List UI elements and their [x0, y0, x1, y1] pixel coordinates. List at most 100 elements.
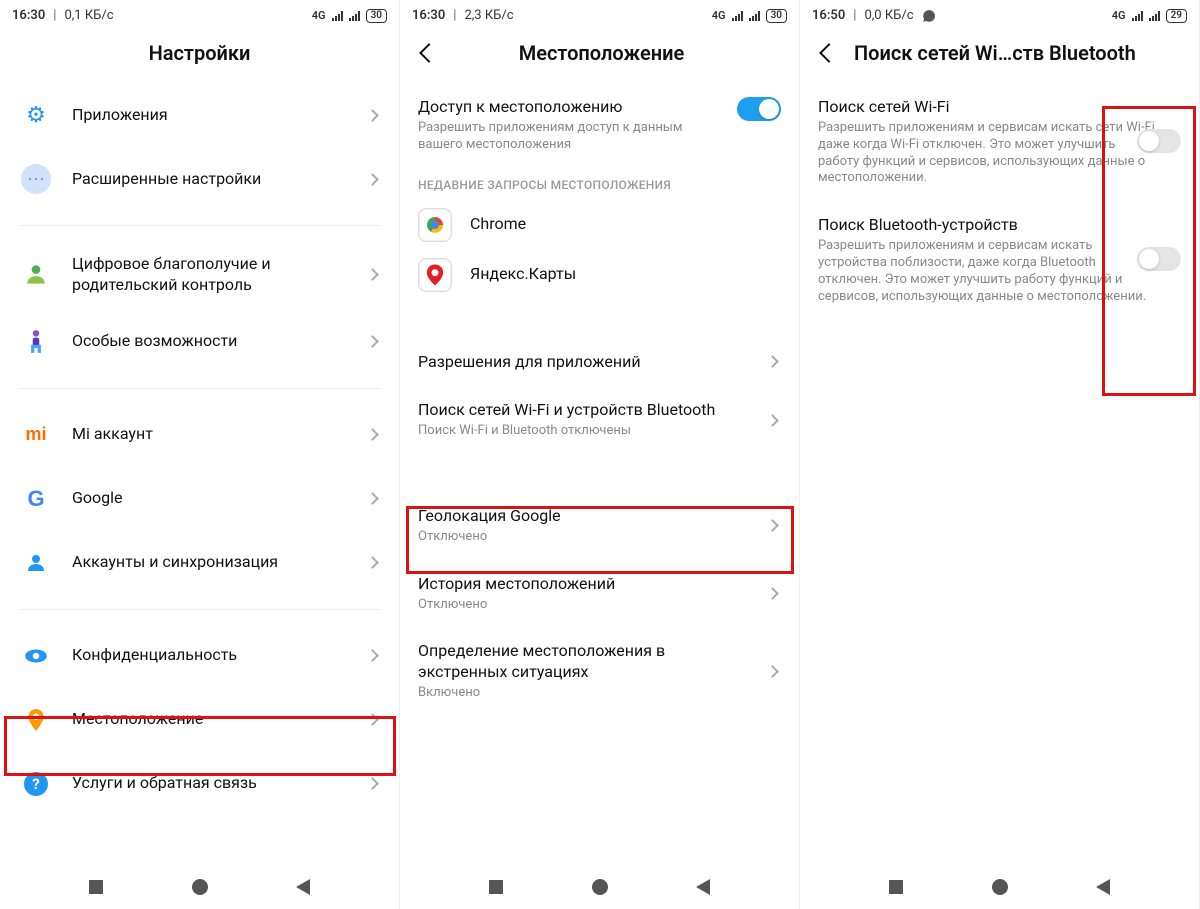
status-time: 16:50 — [812, 8, 845, 23]
chevron-right-icon — [366, 649, 379, 662]
nav-bar — [400, 865, 799, 909]
chevron-right-icon — [366, 492, 379, 505]
chevron-right-icon — [366, 556, 379, 569]
divider — [18, 388, 381, 389]
more-icon: ⋯ — [21, 164, 51, 194]
status-bar: 16:30 | 2,3 КБ/с 4G 30 — [400, 0, 799, 27]
status-bar: 16:50 | 0,0 КБ/с 4G 29 — [800, 0, 1199, 27]
row-emergency-location[interactable]: Определение местоположения в экстренных … — [400, 627, 799, 715]
help-icon: ? — [24, 772, 48, 796]
row-label: Конфиденциальность — [72, 645, 350, 666]
chevron-right-icon — [366, 713, 379, 726]
chevron-right-icon — [766, 665, 779, 678]
person-icon — [24, 551, 48, 575]
bt-scan-toggle[interactable] — [1137, 247, 1181, 271]
row-app-permissions[interactable]: Разрешения для приложений — [400, 338, 799, 387]
row-wifi-bt-scan[interactable]: Поиск сетей Wi-Fi и устройств Bluetooth … — [400, 386, 799, 454]
google-icon: G — [27, 486, 44, 512]
signal-icon — [1132, 11, 1143, 21]
phone-3-scan: 16:50 | 0,0 КБ/с 4G 29 Поиск сетей Wi…ст… — [800, 0, 1200, 909]
status-time: 16:30 — [12, 8, 45, 23]
nav-recent-button[interactable] — [889, 880, 903, 894]
chevron-right-icon — [366, 109, 379, 122]
status-time: 16:30 — [412, 8, 445, 23]
row-advanced[interactable]: ⋯ Расширенные настройки — [0, 147, 399, 211]
nav-home-button[interactable] — [192, 879, 208, 895]
row-label: Mi аккаунт — [72, 424, 350, 445]
row-label: Аккаунты и синхронизация — [72, 552, 350, 573]
header: Настройки — [0, 27, 399, 83]
location-access-toggle[interactable] — [737, 97, 781, 121]
signal-icon — [732, 11, 743, 21]
nav-back-button[interactable] — [696, 879, 710, 895]
row-google[interactable]: G Google — [0, 467, 399, 531]
divider — [18, 609, 381, 610]
row-label: Доступ к местоположению — [418, 97, 719, 118]
app-label: Яндекс.Карты — [470, 264, 781, 285]
status-bar: 16:30 | 0,1 КБ/с 4G 30 — [0, 0, 399, 27]
signal-icon — [1149, 11, 1160, 21]
whatsapp-icon — [922, 9, 936, 23]
row-bt-scan[interactable]: Поиск Bluetooth-устройств Разрешить прил… — [800, 201, 1199, 319]
row-accounts-sync[interactable]: Аккаунты и синхронизация — [0, 531, 399, 595]
chrome-icon — [418, 208, 452, 242]
battery-icon: 30 — [766, 9, 787, 23]
back-button[interactable] — [819, 43, 839, 63]
app-label: Chrome — [470, 214, 781, 235]
chevron-right-icon — [366, 428, 379, 441]
row-sublabel: Разрешить приложениям и сервисам искать … — [818, 120, 1159, 188]
row-location-access[interactable]: Доступ к местоположению Разрешить прилож… — [400, 83, 799, 168]
row-feedback[interactable]: ? Услуги и обратная связь — [0, 752, 399, 816]
row-label: Местоположение — [72, 709, 350, 730]
phone-2-location: 16:30 | 2,3 КБ/с 4G 30 Местоположение До… — [400, 0, 800, 909]
nav-recent-button[interactable] — [89, 880, 103, 894]
row-label: Google — [72, 488, 350, 509]
row-wifi-scan[interactable]: Поиск сетей Wi-Fi Разрешить приложениям … — [800, 83, 1199, 201]
chevron-right-icon — [766, 587, 779, 600]
battery-icon: 30 — [366, 9, 387, 23]
row-app-yandex-maps[interactable]: Яндекс.Карты — [400, 250, 799, 300]
chevron-right-icon — [366, 173, 379, 186]
yandex-maps-icon — [418, 258, 452, 292]
header: Местоположение — [400, 27, 799, 83]
row-label: Особые возможности — [72, 331, 350, 352]
row-google-location[interactable]: Геолокация Google Отключено — [400, 492, 799, 560]
row-label: Определение местоположения в экстренных … — [418, 641, 750, 683]
page-title: Местоположение — [422, 41, 781, 65]
row-mi-account[interactable]: mi Mi аккаунт — [0, 403, 399, 467]
gear-icon: ⚙ — [26, 103, 46, 128]
nav-back-button[interactable] — [1096, 879, 1110, 895]
wifi-scan-toggle[interactable] — [1137, 129, 1181, 153]
status-net: 4G — [712, 9, 726, 22]
row-label: Поиск сетей Wi-Fi и устройств Bluetooth — [418, 400, 750, 421]
row-sublabel: Отключено — [418, 529, 750, 546]
nav-bar — [0, 865, 399, 909]
divider — [18, 225, 381, 226]
row-location[interactable]: Местоположение — [0, 688, 399, 752]
row-privacy[interactable]: Конфиденциальность — [0, 624, 399, 688]
row-wellbeing[interactable]: Цифровое благополучие и родительский кон… — [0, 240, 399, 310]
row-apps[interactable]: ⚙ Приложения — [0, 83, 399, 147]
row-accessibility[interactable]: Особые возможности — [0, 310, 399, 374]
row-app-chrome[interactable]: Chrome — [400, 200, 799, 250]
nav-home-button[interactable] — [592, 879, 608, 895]
nav-recent-button[interactable] — [489, 880, 503, 894]
nav-home-button[interactable] — [992, 879, 1008, 895]
row-sublabel: Разрешить приложениям доступ к данным ва… — [418, 120, 719, 154]
accessibility-icon — [23, 329, 49, 355]
nav-back-button[interactable] — [296, 879, 310, 895]
chevron-right-icon — [366, 335, 379, 348]
wellbeing-icon — [23, 262, 49, 288]
row-label: Услуги и обратная связь — [72, 773, 350, 794]
row-label: История местоположений — [418, 574, 750, 595]
status-speed: 2,3 КБ/с — [464, 8, 513, 23]
row-location-history[interactable]: История местоположений Отключено — [400, 560, 799, 628]
chevron-right-icon — [766, 414, 779, 427]
row-label: Цифровое благополучие и родительский кон… — [72, 254, 350, 296]
chevron-right-icon — [766, 356, 779, 369]
status-net: 4G — [1112, 9, 1126, 22]
signal-icon — [349, 11, 360, 21]
row-label: Приложения — [72, 105, 350, 126]
signal-icon — [332, 11, 343, 21]
eye-icon — [23, 643, 49, 669]
